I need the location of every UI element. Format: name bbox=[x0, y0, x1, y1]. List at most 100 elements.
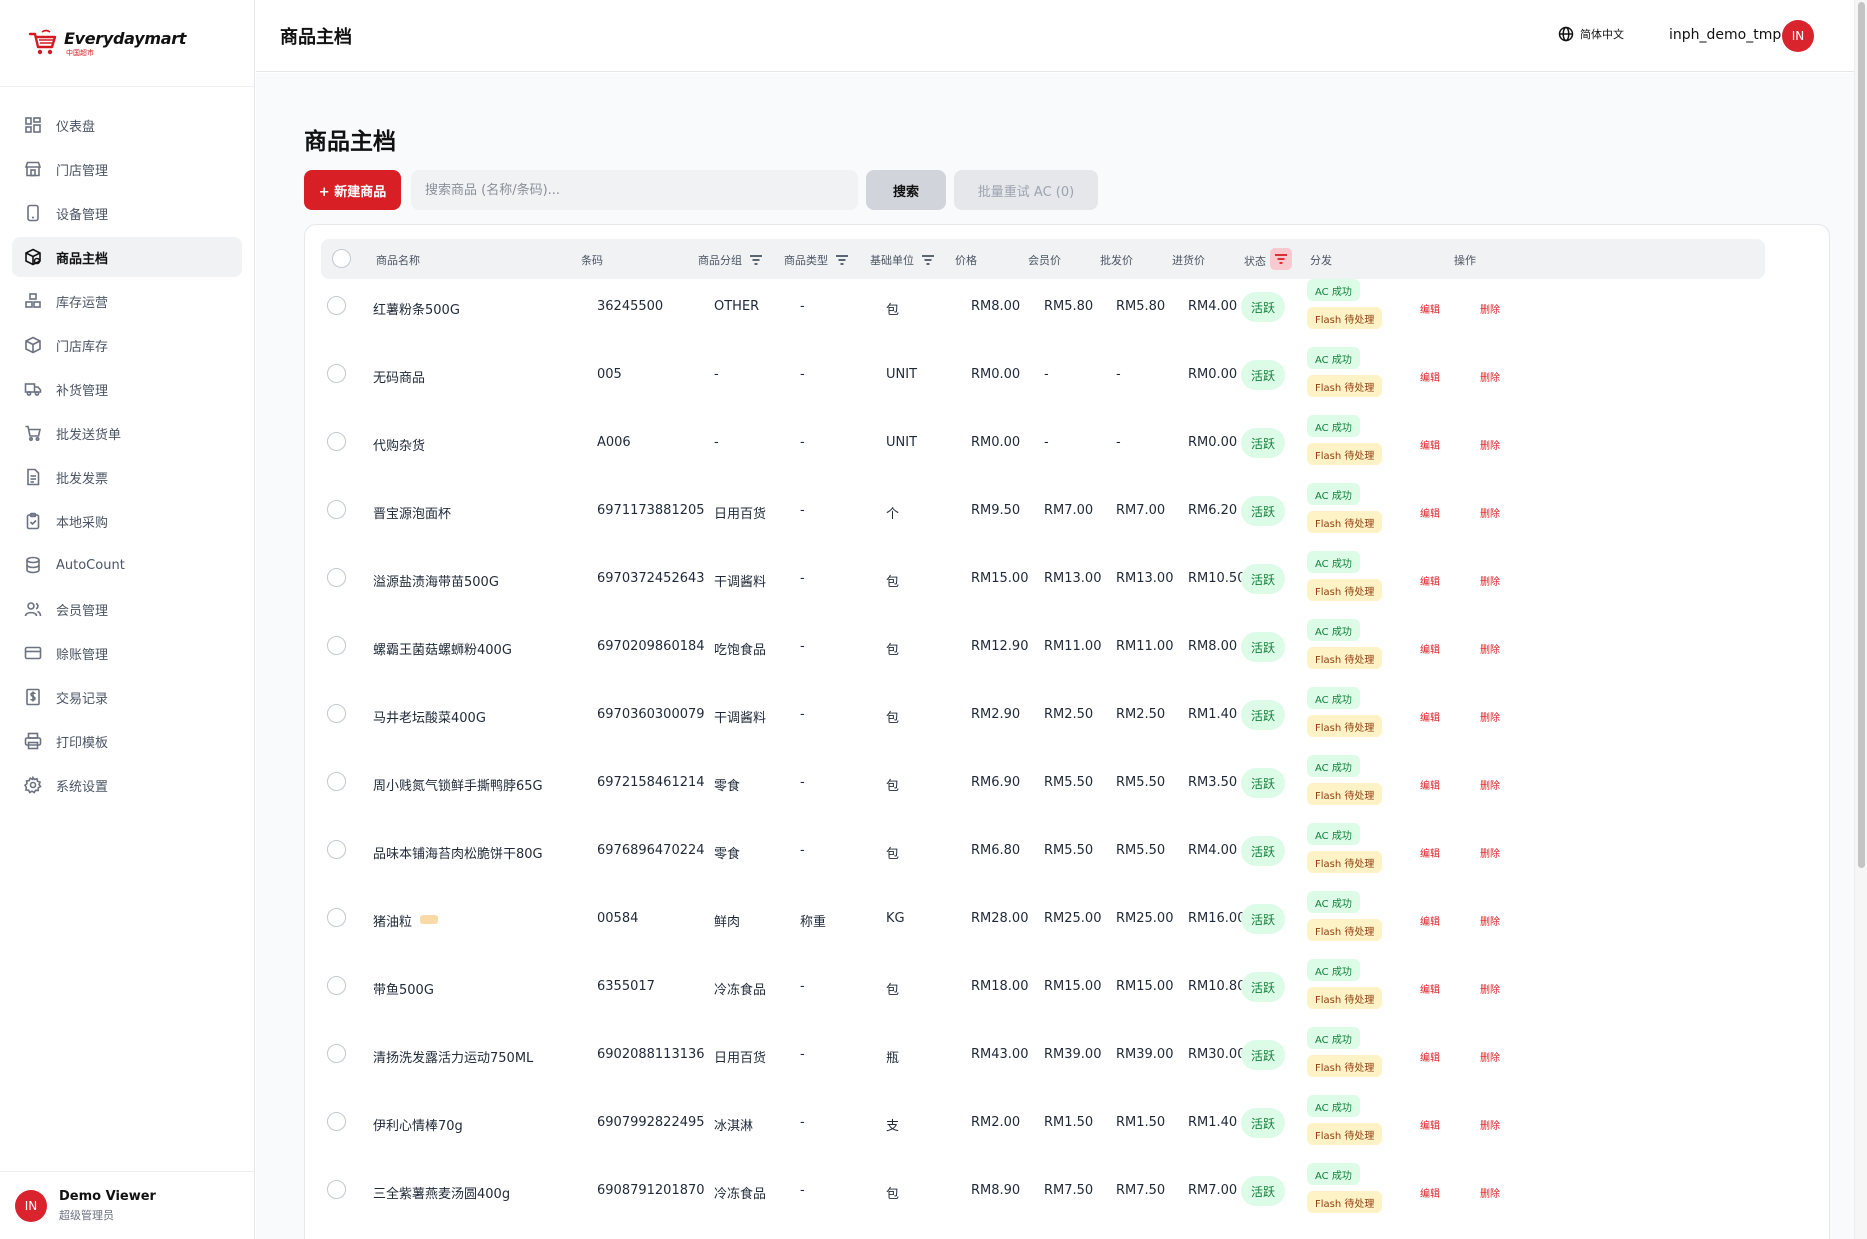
sidebar-item-settings[interactable]: 系统设置 bbox=[12, 765, 242, 805]
col-type[interactable]: 商品类型 bbox=[784, 252, 849, 268]
table-row[interactable]: 代购杂货 A006- - UNIT RM0.00- - RM0.00 活跃 AC 成功 Flash… bbox=[305, 410, 1831, 478]
edit-button[interactable]: 编辑 bbox=[1420, 1117, 1440, 1132]
col-unit[interactable]: 基础单位 bbox=[870, 252, 935, 268]
edit-button[interactable]: 编辑 bbox=[1420, 573, 1440, 588]
table-row[interactable]: 溢源盐渍海带苗500G 6970372452643 干调酱料 - 包 RM15.00 RM1… bbox=[305, 546, 1831, 614]
sidebar-item-wholesale-invoice[interactable]: 批发发票 bbox=[12, 457, 242, 497]
row-checkbox[interactable] bbox=[327, 1044, 346, 1063]
device-icon bbox=[24, 204, 42, 222]
table-row[interactable]: 品味本铺海苔肉松脆饼干80G 6976896470224 零食 - 包 RM6.80 RM5… bbox=[305, 818, 1831, 886]
row-checkbox[interactable] bbox=[327, 704, 346, 723]
sidebar-item-local-purchase[interactable]: 本地采购 bbox=[12, 501, 242, 541]
sidebar-item-replenishment[interactable]: 补货管理 bbox=[12, 369, 242, 409]
sidebar-item-members[interactable]: 会员管理 bbox=[12, 589, 242, 629]
table-row[interactable]: 周小贱氮气锁鲜手撕鸭脖65G 6972158461214 零食 - 包 RM6.90 RM5… bbox=[305, 750, 1831, 818]
search-button[interactable]: 搜索 bbox=[866, 170, 946, 210]
table-row[interactable]: 猪油粒 00584 鲜肉 称重 KG RM28.00 RM25.00 RM25.00 RM16.… bbox=[305, 886, 1831, 954]
logo[interactable]: Everydaymart 中国超市 bbox=[0, 0, 254, 87]
delete-button[interactable]: 删除 bbox=[1480, 777, 1500, 792]
edit-button[interactable]: 编辑 bbox=[1420, 845, 1440, 860]
filter-icon[interactable] bbox=[835, 253, 849, 267]
delete-button[interactable]: 删除 bbox=[1480, 1049, 1500, 1064]
row-checkbox[interactable] bbox=[327, 976, 346, 995]
sidebar-item-credit[interactable]: 赊账管理 bbox=[12, 633, 242, 673]
delete-button[interactable]: 删除 bbox=[1480, 505, 1500, 520]
sidebar-item-dashboard[interactable]: 仪表盘 bbox=[12, 105, 242, 145]
new-product-button[interactable]: + 新建商品 bbox=[304, 170, 401, 210]
cell-cost-price: RM0.00 bbox=[1188, 435, 1238, 450]
row-checkbox[interactable] bbox=[327, 432, 346, 451]
scrollbar-thumb[interactable] bbox=[1858, 2, 1865, 868]
sidebar-item-print-templates[interactable]: 打印模板 bbox=[12, 721, 242, 761]
sidebar-user[interactable]: IN Demo Viewer 超级管理员 bbox=[0, 1171, 254, 1239]
edit-button[interactable]: 编辑 bbox=[1420, 505, 1440, 520]
table-row[interactable]: 螺霸王菌菇螺蛳粉400G 6970209860184 吃饱食品 - 包 RM12.90 RM… bbox=[305, 614, 1831, 682]
header-avatar[interactable]: IN bbox=[1782, 20, 1814, 52]
flash-sync-badge: Flash 待处理 bbox=[1307, 987, 1383, 1009]
table-row[interactable]: 清扬洗发露活力运动750ML 6902088113136 日用百货 - 瓶 RM43.00… bbox=[305, 1022, 1831, 1090]
row-checkbox[interactable] bbox=[327, 500, 346, 519]
edit-button[interactable]: 编辑 bbox=[1420, 981, 1440, 996]
sidebar-item-inventory-ops[interactable]: 库存运营 bbox=[12, 281, 242, 321]
vertical-scrollbar[interactable] bbox=[1854, 0, 1867, 1239]
sidebar-item-devices[interactable]: 设备管理 bbox=[12, 193, 242, 233]
search-input[interactable] bbox=[411, 170, 858, 210]
row-checkbox[interactable] bbox=[327, 568, 346, 587]
table-row[interactable]: 伊利心情棒70g 6907992822495 冰淇淋 - 支 RM2.00 RM1.50 RM… bbox=[305, 1090, 1831, 1158]
edit-button[interactable]: 编辑 bbox=[1420, 777, 1440, 792]
edit-button[interactable]: 编辑 bbox=[1420, 301, 1440, 316]
delete-button[interactable]: 删除 bbox=[1480, 709, 1500, 724]
sidebar-item-transactions[interactable]: 交易记录 bbox=[12, 677, 242, 717]
sidebar: Everydaymart 中国超市 仪表盘 门店管理 设备管理 商品主档 库存运… bbox=[0, 0, 255, 1239]
cell-group: 零食 bbox=[714, 847, 741, 862]
row-checkbox[interactable] bbox=[327, 364, 346, 383]
delete-button[interactable]: 删除 bbox=[1480, 1117, 1500, 1132]
sidebar-item-wholesale-delivery[interactable]: 批发送货单 bbox=[12, 413, 242, 453]
batch-retry-ac-button[interactable]: 批量重试 AC (0) bbox=[954, 170, 1098, 210]
table-row[interactable]: 红薯粉条500G 36245500 OTHER - 包 RM8.00 RM5.80 RM5.8… bbox=[305, 274, 1831, 342]
sidebar-item-stores[interactable]: 门店管理 bbox=[12, 149, 242, 189]
delete-button[interactable]: 删除 bbox=[1480, 437, 1500, 452]
language-switcher[interactable]: 简体中文 bbox=[1558, 26, 1624, 42]
delete-button[interactable]: 删除 bbox=[1480, 845, 1500, 860]
delete-button[interactable]: 删除 bbox=[1480, 641, 1500, 656]
col-status[interactable]: 状态 bbox=[1244, 248, 1292, 270]
row-checkbox[interactable] bbox=[327, 636, 346, 655]
filter-icon[interactable] bbox=[749, 253, 763, 267]
delete-button[interactable]: 删除 bbox=[1480, 301, 1500, 316]
table-row[interactable]: 带鱼500G 6355017 冷冻食品 - 包 RM18.00 RM15.00 RM15.00… bbox=[305, 954, 1831, 1022]
filter-icon[interactable] bbox=[921, 253, 935, 267]
table-row[interactable]: 马井老坛酸菜400G 6970360300079 干调酱料 - 包 RM2.90 RM2.5… bbox=[305, 682, 1831, 750]
sidebar-item-autocount[interactable]: AutoCount bbox=[12, 545, 242, 585]
row-checkbox[interactable] bbox=[327, 908, 346, 927]
filter-active-icon[interactable] bbox=[1270, 248, 1292, 270]
sidebar-item-products[interactable]: 商品主档 bbox=[12, 237, 242, 277]
edit-button[interactable]: 编辑 bbox=[1420, 369, 1440, 384]
delete-button[interactable]: 删除 bbox=[1480, 369, 1500, 384]
row-checkbox[interactable] bbox=[327, 840, 346, 859]
sidebar-item-store-inventory[interactable]: 门店库存 bbox=[12, 325, 242, 365]
delete-button[interactable]: 删除 bbox=[1480, 573, 1500, 588]
row-checkbox[interactable] bbox=[327, 1112, 346, 1131]
table-row[interactable]: 无码商品 005- - UNIT RM0.00- - RM0.00 活跃 AC 成功 Flash … bbox=[305, 342, 1831, 410]
table-row[interactable]: 晋宝源泡面杯 6971173881205 日用百货 - 个 RM9.50 RM7.00 RM7… bbox=[305, 478, 1831, 546]
header-username[interactable]: inph_demo_tmp bbox=[1669, 27, 1781, 43]
edit-button[interactable]: 编辑 bbox=[1420, 1185, 1440, 1200]
table-row[interactable]: 三全紫薯燕麦汤圆400g 6908791201870 冷冻食品 - 包 RM8.90 RM7… bbox=[305, 1158, 1831, 1226]
delete-button[interactable]: 删除 bbox=[1480, 1185, 1500, 1200]
delete-button[interactable]: 删除 bbox=[1480, 981, 1500, 996]
edit-button[interactable]: 编辑 bbox=[1420, 913, 1440, 928]
cell-price: RM18.00 bbox=[971, 979, 1029, 994]
col-group[interactable]: 商品分组 bbox=[698, 252, 763, 268]
edit-button[interactable]: 编辑 bbox=[1420, 641, 1440, 656]
row-checkbox[interactable] bbox=[327, 1180, 346, 1199]
edit-button[interactable]: 编辑 bbox=[1420, 1049, 1440, 1064]
cell-cost-price: RM30.00 bbox=[1188, 1047, 1246, 1062]
cell-unit: 包 bbox=[886, 779, 900, 794]
row-checkbox[interactable] bbox=[327, 772, 346, 791]
edit-button[interactable]: 编辑 bbox=[1420, 437, 1440, 452]
delete-button[interactable]: 删除 bbox=[1480, 913, 1500, 928]
select-all-checkbox[interactable] bbox=[332, 249, 351, 268]
edit-button[interactable]: 编辑 bbox=[1420, 709, 1440, 724]
row-checkbox[interactable] bbox=[327, 296, 346, 315]
